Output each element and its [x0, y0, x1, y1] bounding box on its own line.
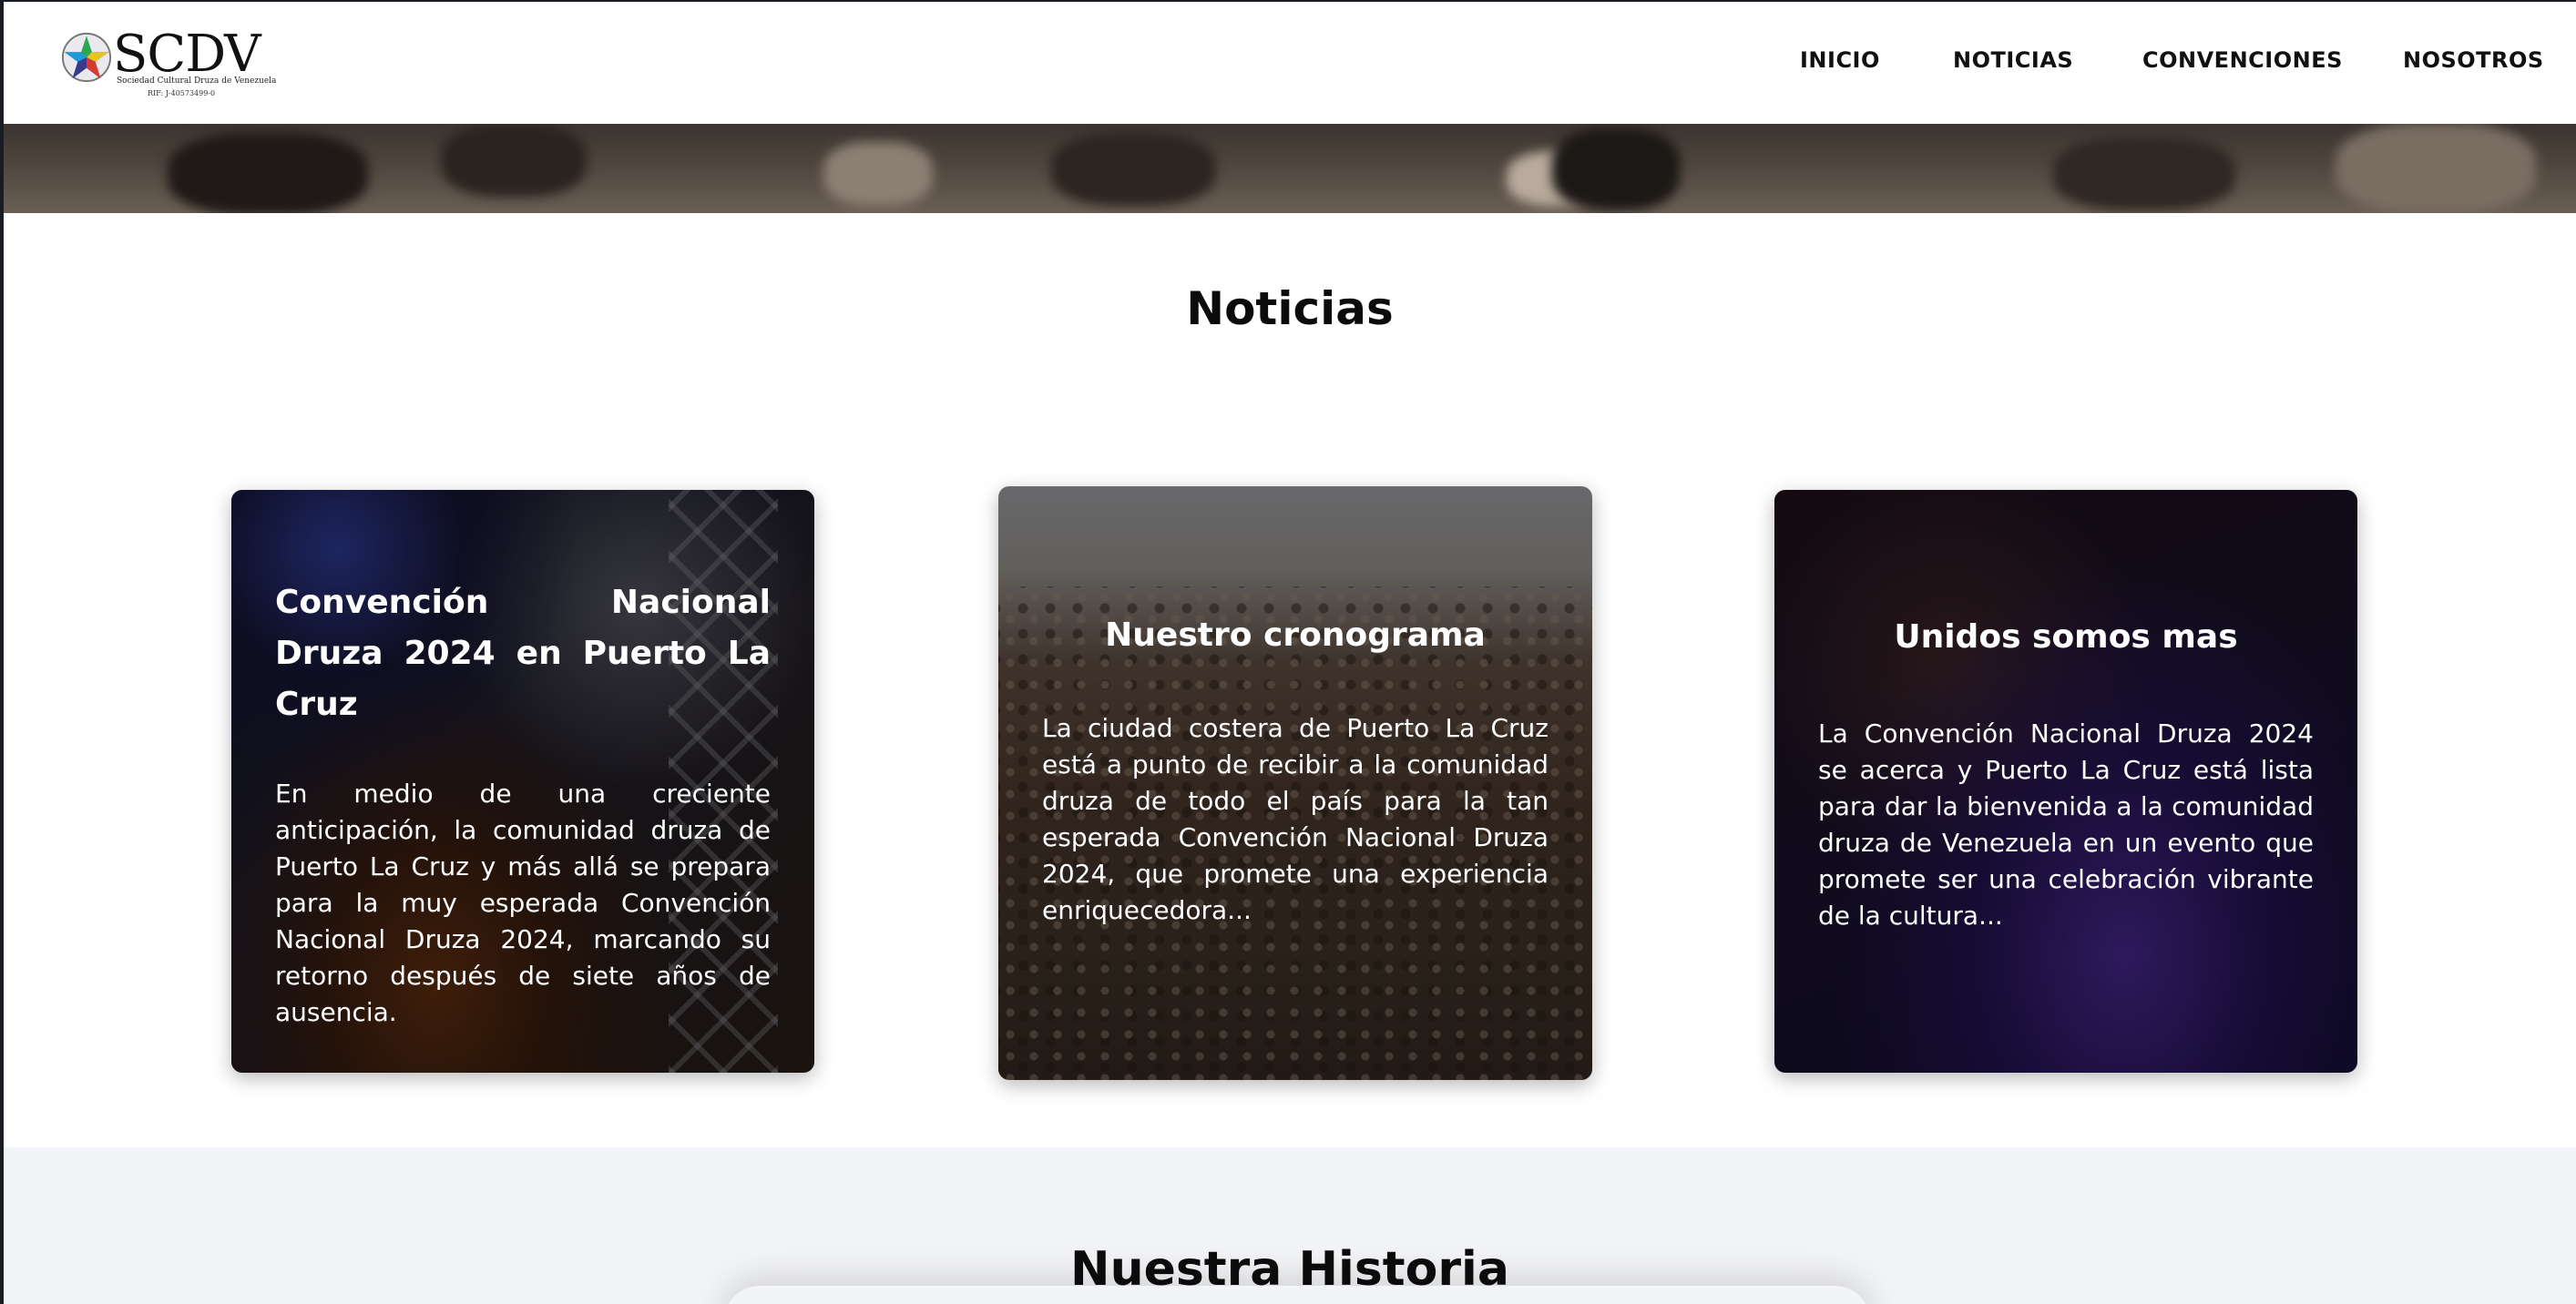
logo-rif: RIF: J-40573499-0 [148, 89, 216, 97]
card-title: Nuestro cronograma [1105, 616, 1486, 654]
card-excerpt: En medio de una creciente anticipación, … [275, 779, 771, 1027]
star-logo-icon [61, 32, 112, 83]
card-title: Unidos somos mas [1894, 618, 2238, 656]
logo-subtitle: Sociedad Cultural Druza de Venezuela [117, 76, 277, 86]
card-excerpt: La ciudad costera de Puerto La Cruz está… [1042, 713, 1549, 925]
page: SCDV Sociedad Cultural Druza de Venezuel… [0, 0, 2576, 1304]
card-excerpt: La Convención Nacional Druza 2024 se ace… [1818, 718, 2314, 931]
navbar: SCDV Sociedad Cultural Druza de Venezuel… [4, 2, 2576, 124]
nav-noticias[interactable]: NOTICIAS [1953, 47, 2073, 78]
news-card[interactable]: Unidos somos mas La Convención Nacional … [1774, 490, 2357, 1073]
logo-wordmark: SCDV [113, 25, 261, 84]
site-logo[interactable]: SCDV Sociedad Cultural Druza de Venezuel… [60, 25, 276, 100]
hero-banner-image [4, 124, 2576, 213]
nav-nosotros[interactable]: NOSOTROS [2403, 47, 2544, 78]
news-card[interactable]: Convención Nacional Druza 2024 en Puerto… [231, 490, 814, 1073]
news-card[interactable]: Nuestro cronograma La ciudad costera de … [998, 486, 1592, 1080]
historia-heading: Nuestra Historia [1070, 1242, 1509, 1297]
card-title: Convención Nacional Druza 2024 en Puerto… [275, 584, 771, 723]
nav-inicio[interactable]: INICIO [1800, 47, 1880, 78]
noticias-heading: Noticias [1186, 282, 1394, 335]
nav-convenciones[interactable]: CONVENCIONES [2142, 47, 2343, 78]
